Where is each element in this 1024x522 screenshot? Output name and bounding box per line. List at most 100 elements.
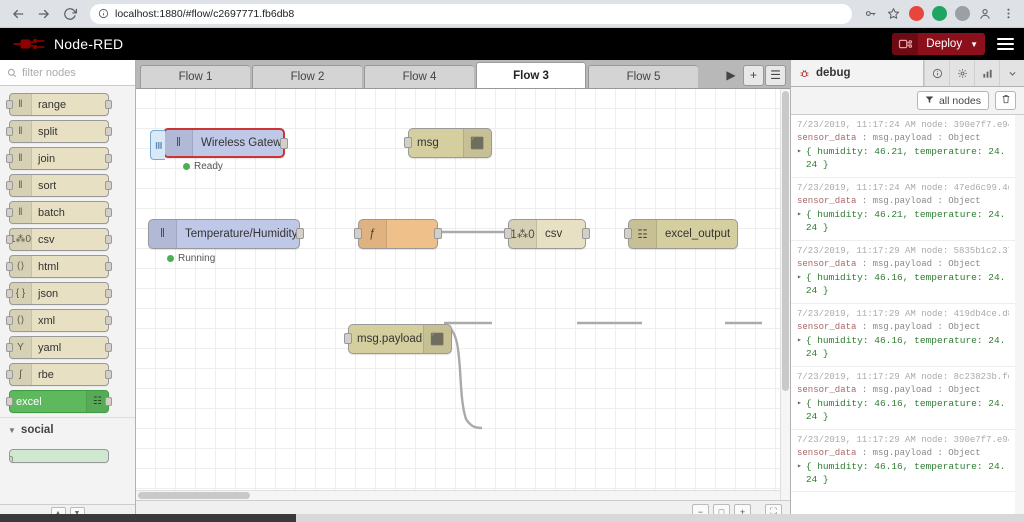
settings-icon[interactable] — [949, 60, 974, 86]
next-tab-button[interactable]: ▶ — [720, 64, 742, 86]
tab-debug[interactable]: debug — [791, 60, 924, 86]
node-input-port[interactable] — [6, 181, 13, 190]
back-arrow-icon[interactable] — [6, 2, 30, 26]
expand-caret-icon[interactable]: ▸ — [797, 461, 802, 473]
debug-message[interactable]: 7/23/2019, 11:17:24 AM node: 390e7f7.e94… — [791, 115, 1015, 178]
flow-tab-flow-4[interactable]: Flow 4 — [364, 65, 474, 88]
node-input-port[interactable] — [6, 397, 13, 406]
forward-arrow-icon[interactable] — [32, 2, 56, 26]
debug-message-body[interactable]: ▸{ humidity: 46.16, temperature: 24.24 } — [797, 335, 1009, 361]
debug-node-id[interactable]: 419db4ce.d8ca3c — [954, 309, 1009, 319]
flow-tab-flow-5[interactable]: Flow 5 — [588, 65, 698, 88]
key-icon[interactable] — [860, 4, 880, 24]
flow-node-function-node[interactable]: ƒ — [354, 219, 442, 249]
debug-filter-button[interactable]: all nodes — [916, 91, 989, 110]
node-input-port[interactable] — [6, 343, 13, 352]
debug-node-id[interactable]: 8c23823b.fd8dd — [954, 372, 1009, 382]
debug-message[interactable]: 7/23/2019, 11:17:29 AM node: 5835b1c2.37… — [791, 241, 1015, 304]
node-input-port[interactable] — [6, 289, 13, 298]
expand-caret-icon[interactable]: ▸ — [797, 398, 802, 410]
palette-node-list[interactable]: ‖ range ‖ split ‖ join ‖ sort ‖ batch 1⁂0 csv ⟨⟩ html… — [0, 86, 135, 504]
palette-node-html[interactable]: ⟨⟩ html — [6, 255, 112, 278]
expand-caret-icon[interactable]: ▸ — [797, 335, 802, 347]
palette-node-yaml[interactable]: Yyaml — [6, 336, 112, 359]
flow-node-temperature-humidity[interactable]: ‖ Temperature/Humidity Running — [148, 219, 304, 264]
node-output-port[interactable] — [105, 127, 112, 136]
palette-node-excel[interactable]: ☷ excel — [6, 390, 112, 413]
debug-node-id[interactable]: 390e7f7.e94e48 — [954, 120, 1009, 130]
canvas-horizontal-scrollbar[interactable] — [136, 490, 780, 500]
palette-node-rbe[interactable]: ∫ rbe — [6, 363, 112, 386]
menu-icon[interactable] — [998, 4, 1018, 24]
palette-node-sort[interactable]: ‖ sort — [6, 174, 112, 197]
palette-search[interactable]: filter nodes — [0, 60, 135, 86]
node-output-port[interactable] — [105, 397, 112, 406]
flow-node-msg-payload-debug[interactable]: ⬛ msg.payload — [344, 324, 452, 354]
node-input-port[interactable] — [6, 235, 13, 244]
palette-node-range[interactable]: ‖ range — [6, 93, 112, 116]
palette-node-join[interactable]: ‖ join — [6, 147, 112, 170]
node-output-port[interactable] — [105, 370, 112, 379]
node-input-port[interactable] — [6, 316, 13, 325]
node-output-port[interactable] — [105, 262, 112, 271]
palette-node-json[interactable]: { } json — [6, 282, 112, 305]
node-input-port[interactable] — [404, 137, 412, 148]
palette-node-csv[interactable]: 1⁂0 csv — [6, 228, 112, 251]
debug-message-body[interactable]: ▸{ humidity: 46.21, temperature: 24.24 } — [797, 209, 1009, 235]
node-input-port[interactable] — [6, 370, 13, 379]
flow-tab-flow-2[interactable]: Flow 2 — [252, 65, 362, 88]
node-input-port[interactable] — [504, 228, 512, 239]
debug-message-body[interactable]: ▸{ humidity: 46.21, temperature: 24.24 } — [797, 146, 1009, 172]
palette-node-partial[interactable] — [9, 449, 109, 463]
node-output-port[interactable] — [105, 235, 112, 244]
debug-message[interactable]: 7/23/2019, 11:17:29 AM node: 419db4ce.d8… — [791, 304, 1015, 367]
expand-caret-icon[interactable]: ▸ — [797, 272, 802, 284]
node-input-port[interactable] — [344, 333, 352, 344]
debug-node-id[interactable]: 47ed6c99.4d9f54 — [954, 183, 1009, 193]
node-output-port[interactable] — [105, 154, 112, 163]
chevron-down-icon[interactable] — [999, 60, 1024, 86]
expand-caret-icon[interactable]: ▸ — [797, 209, 802, 221]
flow-canvas[interactable]: ‖ Wireless Gateway Ready ⬛ msg ‖ Temperature/H… — [136, 89, 790, 500]
debug-message-list[interactable]: 7/23/2019, 11:17:24 AM node: 390e7f7.e94… — [791, 115, 1024, 522]
flow-node-wireless-gateway[interactable]: ‖ Wireless Gateway Ready — [150, 128, 288, 172]
node-input-port[interactable] — [6, 262, 13, 271]
hamburger-menu-icon[interactable] — [995, 35, 1016, 53]
node-output-port[interactable] — [582, 228, 590, 239]
list-tabs-button[interactable]: ☰ — [765, 64, 786, 86]
chart-icon[interactable] — [974, 60, 999, 86]
profile-icon[interactable] — [975, 4, 995, 24]
node-input-port[interactable] — [354, 228, 362, 239]
debug-message[interactable]: 7/23/2019, 11:17:24 AM node: 47ed6c99.4d… — [791, 178, 1015, 241]
flow-tab-flow-1[interactable]: Flow 1 — [140, 65, 250, 88]
node-select-handle[interactable] — [150, 130, 165, 160]
debug-message[interactable]: 7/23/2019, 11:17:29 AM node: 390e7f7.e94… — [791, 430, 1015, 493]
debug-scrollbar[interactable] — [1015, 115, 1024, 522]
palette-node-batch[interactable]: ‖ batch — [6, 201, 112, 224]
info-icon[interactable] — [924, 60, 949, 86]
extension-red-icon[interactable] — [906, 4, 926, 24]
node-output-port[interactable] — [434, 228, 442, 239]
debug-message-body[interactable]: ▸{ humidity: 46.16, temperature: 24.24 } — [797, 461, 1009, 487]
palette-category-social[interactable]: ▼ social — [0, 417, 135, 441]
node-input-port[interactable] — [6, 208, 13, 217]
debug-message-body[interactable]: ▸{ humidity: 46.16, temperature: 24.24 } — [797, 272, 1009, 298]
node-output-port[interactable] — [105, 208, 112, 217]
node-output-port[interactable] — [105, 181, 112, 190]
star-icon[interactable] — [883, 4, 903, 24]
debug-node-id[interactable]: 390e7f7.e94e48 — [954, 435, 1009, 445]
chevron-down-icon[interactable]: ▼ — [970, 40, 985, 49]
address-bar[interactable]: localhost:1880/#flow/c2697771.fb6db8 — [90, 3, 852, 24]
clear-debug-button[interactable] — [995, 91, 1016, 110]
canvas-vertical-scrollbar[interactable] — [780, 89, 790, 500]
debug-node-id[interactable]: 5835b1c2.37d64 — [954, 246, 1009, 256]
node-output-port[interactable] — [105, 289, 112, 298]
debug-message-body[interactable]: ▸{ humidity: 46.16, temperature: 24.24 } — [797, 398, 1009, 424]
add-tab-button[interactable]: + — [743, 64, 764, 86]
node-output-port[interactable] — [105, 316, 112, 325]
debug-message[interactable]: 7/23/2019, 11:17:29 AM node: 8c23823b.fd… — [791, 367, 1015, 430]
flow-tabs[interactable]: Flow 1 Flow 2 Flow 4 Flow 3 Flow 5 — [136, 62, 716, 88]
flow-tab-flow-3[interactable]: Flow 3 — [476, 62, 586, 88]
extension-green-icon[interactable] — [929, 4, 949, 24]
node-output-port[interactable] — [280, 138, 288, 149]
